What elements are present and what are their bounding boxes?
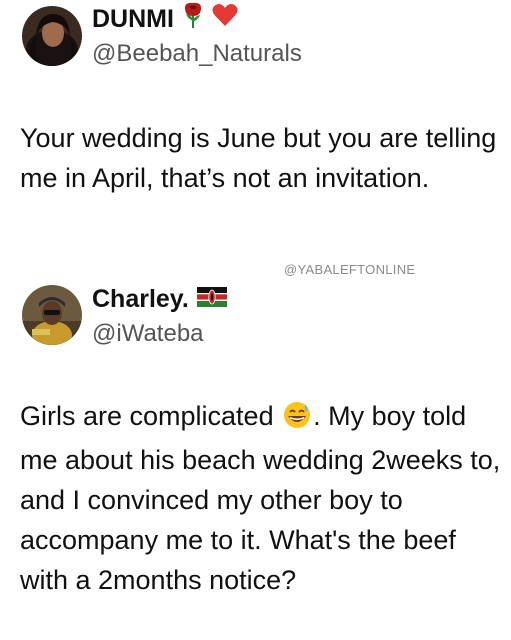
rose-icon (182, 2, 204, 35)
tweet-charley: Charley. @iWateba Girls are complicated … (0, 282, 511, 640)
tweet-text-part-1: Girls are complicated (20, 401, 274, 431)
handle[interactable]: @iWateba (92, 320, 204, 348)
watermark: @YABALEFTONLINE (284, 262, 416, 277)
handle[interactable]: @Beebah_Naturals (92, 40, 302, 68)
red-heart-icon (212, 3, 238, 34)
avatar-dunmi[interactable] (22, 6, 82, 66)
grinning-sweat-face-icon (283, 400, 311, 440)
avatar-charley[interactable] (22, 285, 82, 345)
tweet-dunmi: DUNMI @Beebah_Naturals Your wedding is J… (0, 0, 511, 260)
display-name[interactable]: Charley. (92, 284, 227, 314)
display-name[interactable]: DUNMI (92, 2, 238, 35)
tweet-text: Your wedding is June but you are telling… (20, 123, 497, 193)
tweet-text: Girls are complicated . My boy told me a… (20, 396, 505, 600)
kenya-flag-icon (196, 284, 227, 314)
